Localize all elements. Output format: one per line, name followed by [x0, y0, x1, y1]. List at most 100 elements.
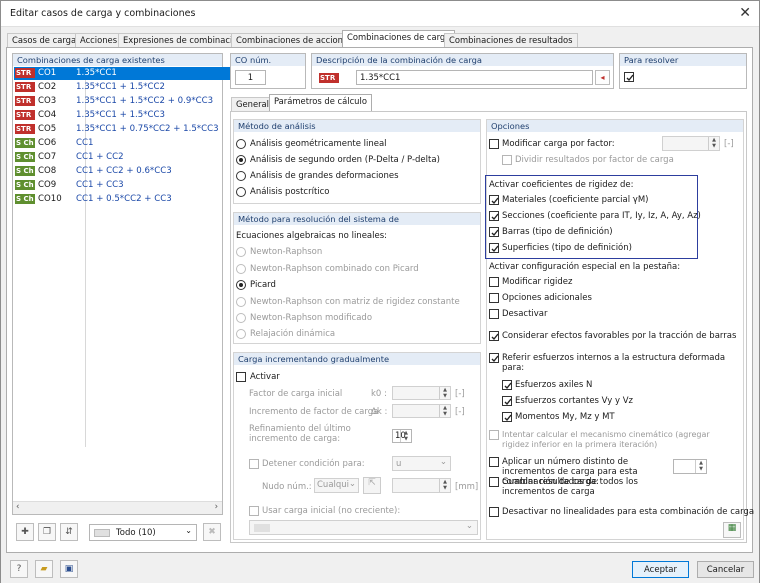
radio-nr-picard[interactable]: [236, 264, 246, 274]
tab-combinaciones-carga[interactable]: Combinaciones de carga: [342, 30, 456, 47]
radio-newton-raphson[interactable]: [236, 247, 246, 257]
stiff-materials-checkbox[interactable]: [489, 195, 499, 205]
close-icon[interactable]: ✕: [739, 5, 751, 21]
stop-condition-checkbox[interactable]: [249, 459, 259, 469]
refine-field[interactable]: 10 ▲ ▼: [392, 429, 412, 443]
stiff-members-checkbox[interactable]: [489, 227, 499, 237]
list-item[interactable]: S Ch CO8 CC1 + CC2 + 0.6*CC3: [14, 165, 233, 178]
table-edit-icon[interactable]: ▦: [723, 522, 741, 538]
activate-incremental-checkbox[interactable]: [236, 372, 246, 382]
num-increments-field[interactable]: ▲ ▼: [673, 459, 707, 474]
axial-forces-checkbox[interactable]: [502, 380, 512, 390]
list-item[interactable]: S Ch CO6 CC1: [14, 137, 233, 150]
deactivate-nonlinear-checkbox[interactable]: [489, 507, 499, 517]
radio-large-deformations[interactable]: [236, 171, 246, 181]
radio-second-order-label: Análisis de segundo orden (P-Delta / P-d…: [250, 155, 440, 165]
description-picker-button[interactable]: ◂: [595, 70, 610, 85]
description-group: Descripción de la combinación de carga S…: [311, 53, 614, 89]
initial-load-select[interactable]: ⌄: [249, 520, 478, 535]
tab-expresiones[interactable]: Expresiones de combinación: [118, 33, 248, 47]
save-icon[interactable]: ▣: [60, 560, 78, 578]
help-icon[interactable]: ?: [10, 560, 28, 578]
radio-nr-modified[interactable]: [236, 313, 246, 323]
horizontal-scrollbar[interactable]: ‹ ›: [13, 501, 222, 514]
radio-picard[interactable]: [236, 280, 246, 290]
list-item[interactable]: STR CO1 1.35*CC1: [14, 67, 233, 80]
spin-icon[interactable]: ▲ ▼: [439, 405, 450, 417]
radio-dynamic-relaxation[interactable]: [236, 329, 246, 339]
accept-button[interactable]: Aceptar: [632, 561, 689, 578]
stiff-surfaces-checkbox[interactable]: [489, 243, 499, 253]
modify-stiffness-label: Modificar rigidez: [502, 277, 573, 287]
tab-acciones[interactable]: Acciones: [75, 33, 123, 47]
modify-factor-field[interactable]: ▲ ▼: [662, 136, 720, 151]
renumber-button[interactable]: ⇵: [60, 523, 78, 541]
radio-nr-constant[interactable]: [236, 297, 246, 307]
delete-button[interactable]: ✖: [203, 523, 221, 541]
list-item[interactable]: STR CO5 1.35*CC1 + 0.75*CC2 + 1.5*CC3: [14, 123, 233, 136]
moments-checkbox[interactable]: [502, 412, 512, 422]
list-item[interactable]: STR CO4 1.35*CC1 + 1.5*CC3: [14, 109, 233, 122]
radio-nr-modified-label: Newton-Raphson modificado: [250, 313, 373, 323]
initial-load-checkbox[interactable]: [249, 506, 259, 516]
combo-expression: CC1 + CC2: [76, 152, 124, 162]
save-increments-checkbox[interactable]: [489, 477, 499, 487]
kinematic-checkbox[interactable]: [489, 430, 499, 440]
scroll-right-icon[interactable]: ›: [215, 502, 218, 512]
list-item[interactable]: STR CO2 1.35*CC1 + 1.5*CC2: [14, 81, 233, 94]
co-num-field[interactable]: 1: [235, 70, 266, 85]
combo-badge: STR: [15, 68, 35, 78]
list-item[interactable]: S Ch CO10 CC1 + 0.5*CC2 + CC3: [14, 193, 233, 206]
combo-code: CO6: [38, 138, 57, 148]
list-item[interactable]: S Ch CO9 CC1 + CC3: [14, 179, 233, 192]
modify-factor-unit: [-]: [724, 139, 734, 149]
kinematic-label: Intentar calcular el mecanismo cinemátic…: [502, 430, 710, 449]
radio-postcritical[interactable]: [236, 187, 246, 197]
subtab-general[interactable]: General: [231, 97, 275, 111]
subtab-parametros[interactable]: Parámetros de cálculo: [269, 94, 372, 111]
axial-forces-label: Esfuerzos axiles N: [515, 380, 593, 390]
combo-expression: 1.35*CC1 + 1.5*CC2: [76, 82, 165, 92]
special-title: Activar configuración especial en la pes…: [489, 262, 681, 272]
combo-expression: CC1 + 0.5*CC2 + CC3: [76, 194, 172, 204]
node-value-field[interactable]: ▲ ▼: [392, 478, 451, 493]
combo-badge: STR: [15, 110, 35, 120]
stiff-sections-checkbox[interactable]: [489, 211, 499, 221]
pick-node-button[interactable]: ⇱: [363, 477, 381, 494]
divide-results-checkbox[interactable]: [502, 155, 512, 165]
list-item[interactable]: S Ch CO7 CC1 + CC2: [14, 151, 233, 164]
spin-icon[interactable]: ▲ ▼: [439, 387, 450, 399]
favorable-effects-checkbox[interactable]: [489, 331, 499, 341]
stiff-sections-label: Secciones (coeficiente para IT, Iy, Iz, …: [502, 211, 701, 221]
shear-forces-checkbox[interactable]: [502, 396, 512, 406]
chevron-down-icon: ⌄: [465, 521, 473, 531]
filter-select[interactable]: Todo (10) ⌄: [89, 524, 197, 541]
radio-second-order[interactable]: [236, 155, 246, 165]
spin-icon[interactable]: ▲ ▼: [439, 479, 450, 492]
description-field[interactable]: 1.35*CC1: [356, 70, 593, 85]
list-item[interactable]: STR CO3 1.35*CC1 + 1.5*CC2 + 0.9*CC3: [14, 95, 233, 108]
to-solve-checkbox[interactable]: [624, 72, 634, 82]
spin-icon[interactable]: ▲ ▼: [695, 460, 706, 473]
scroll-left-icon[interactable]: ‹: [16, 502, 19, 512]
node-select[interactable]: Cualqui ⌄: [314, 478, 359, 493]
tab-combinaciones-acciones[interactable]: Combinaciones de acciones: [231, 33, 358, 47]
cancel-button[interactable]: Cancelar: [697, 561, 754, 578]
spin-icon[interactable]: ▲ ▼: [400, 430, 411, 442]
initial-factor-field[interactable]: ▲ ▼: [392, 386, 451, 400]
copy-combo-button[interactable]: ❐: [38, 523, 56, 541]
tab-casos-de-carga[interactable]: Casos de carga: [7, 33, 82, 47]
deactivate-checkbox[interactable]: [489, 309, 499, 319]
modify-factor-checkbox[interactable]: [489, 139, 499, 149]
modify-stiffness-checkbox[interactable]: [489, 277, 499, 287]
num-increments-checkbox[interactable]: [489, 457, 499, 467]
tab-combinaciones-resultados[interactable]: Combinaciones de resultados: [444, 33, 578, 47]
refer-deformed-checkbox[interactable]: [489, 353, 499, 363]
stop-condition-select[interactable]: u ⌄: [392, 456, 451, 471]
increment-field[interactable]: ▲ ▼: [392, 404, 451, 418]
additional-options-checkbox[interactable]: [489, 293, 499, 303]
open-folder-icon[interactable]: ▰: [35, 560, 53, 578]
spin-icon[interactable]: ▲ ▼: [708, 137, 719, 150]
radio-linear[interactable]: [236, 139, 246, 149]
new-combo-button[interactable]: ✚: [16, 523, 34, 541]
